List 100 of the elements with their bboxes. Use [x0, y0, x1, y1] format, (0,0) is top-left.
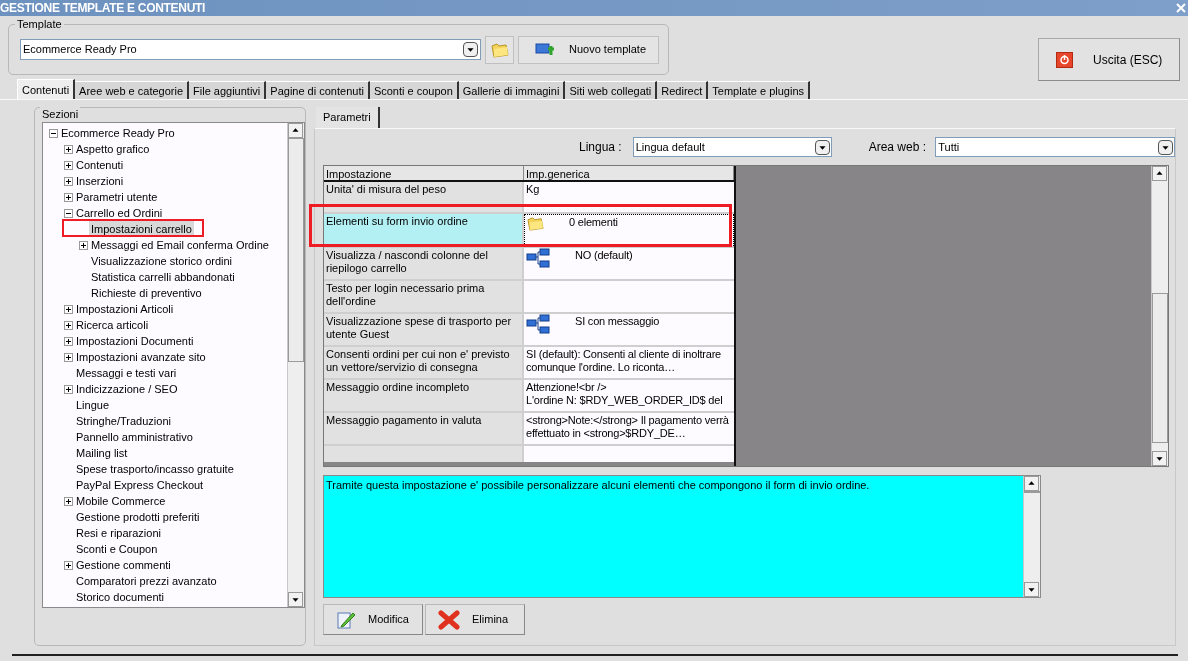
- scroll-up-icon[interactable]: [1152, 166, 1167, 181]
- collapse-icon[interactable]: [48, 128, 58, 138]
- tree-item[interactable]: Indicizzazione / SEO: [74, 381, 180, 397]
- scroll-down-icon[interactable]: [1152, 451, 1167, 466]
- tree-item[interactable]: Lingue: [74, 397, 112, 413]
- value-text: Attenzione!<br /> L'ordine N: $RDY_WEB_ORDER_ID$ del: [526, 380, 723, 407]
- tree-item[interactable]: PayPal Express Checkout: [74, 477, 206, 493]
- tree-item[interactable]: Richieste di preventivo: [89, 285, 204, 301]
- expand-icon[interactable]: [63, 336, 73, 346]
- field-label: Lingua :: [579, 139, 623, 156]
- tree-item[interactable]: Statistica carrelli abbandonati: [89, 269, 237, 285]
- tree-item[interactable]: Mailing list: [74, 445, 130, 461]
- dropdown-arrow-icon[interactable]: [814, 139, 830, 155]
- setting-cell[interactable]: Messaggio ordine incompleto: [324, 380, 524, 411]
- scrollbar-thumb[interactable]: [288, 138, 304, 362]
- expand-icon[interactable]: [63, 560, 73, 570]
- x-icon: [438, 609, 460, 630]
- tree-item[interactable]: Pannello amministrativo: [74, 429, 195, 445]
- exit-button[interactable]: Uscita (ESC): [1038, 38, 1180, 81]
- edit-button[interactable]: Modifica: [323, 604, 423, 635]
- dropdown-arrow-icon[interactable]: [1158, 139, 1173, 155]
- tree-item[interactable]: Inserzioni: [74, 173, 126, 189]
- tree-item[interactable]: Comparatori prezzi avanzato: [74, 573, 219, 589]
- scroll-up-icon[interactable]: [1024, 476, 1039, 491]
- tree-item[interactable]: Storico documenti: [74, 589, 167, 605]
- tab[interactable]: Pagine di contenuti: [266, 81, 370, 99]
- expand-icon[interactable]: [63, 192, 73, 202]
- setting-cell[interactable]: Testo per login necessario prima dell'ordine: [324, 281, 524, 312]
- new-template-button[interactable]: Nuovo template: [518, 35, 659, 64]
- area-dropdown[interactable]: Tutti: [935, 137, 1175, 157]
- tab[interactable]: Redirect: [657, 81, 709, 99]
- description-text: Tramite questa impostazione e' possibile personalizzare alcuni elementi che compongono il form di invio ordine.: [325, 478, 871, 493]
- tree-item[interactable]: Gestione prodotti preferiti: [74, 509, 202, 525]
- tab[interactable]: Template e plugins: [708, 81, 810, 99]
- tree-item[interactable]: Stringhe/Traduzioni: [74, 413, 173, 429]
- scrollbar-thumb[interactable]: [1152, 293, 1168, 443]
- tree-item[interactable]: Mobile Commerce: [74, 493, 168, 509]
- value-cell[interactable]: [524, 281, 734, 312]
- scrollbar-thumb[interactable]: [1024, 491, 1040, 493]
- tree-item[interactable]: Ecommerce Ready Pro: [59, 125, 177, 141]
- expand-icon[interactable]: [63, 160, 73, 170]
- value-text: 0 elementi: [569, 215, 618, 229]
- expand-icon[interactable]: [63, 496, 73, 506]
- value-cell[interactable]: NO (default): [524, 248, 734, 279]
- expand-icon[interactable]: [63, 352, 73, 362]
- language-dropdown[interactable]: Lingua default: [632, 137, 832, 157]
- tree-item[interactable]: Aspetto grafico: [74, 141, 152, 157]
- tree-item[interactable]: Messaggi ed Email conferma Ordine: [89, 237, 271, 253]
- tree-item[interactable]: Spese trasporto/incasso gratuite: [74, 461, 236, 477]
- tree-item[interactable]: Parametri utente: [74, 189, 160, 205]
- tab[interactable]: Contenuti: [17, 79, 76, 99]
- expand-icon[interactable]: [63, 320, 73, 330]
- tab[interactable]: Parametri: [316, 107, 380, 128]
- tree-item[interactable]: Resi e riparazioni: [74, 525, 163, 541]
- delete-button[interactable]: Elimina: [425, 604, 525, 635]
- tree-item[interactable]: Sconti e Coupon: [74, 541, 160, 557]
- expand-icon[interactable]: [63, 144, 73, 154]
- value-text: SI con messaggio: [575, 314, 660, 328]
- tab[interactable]: Gallerie di immagini: [458, 81, 566, 99]
- tree-item[interactable]: Carrello ed Ordini: [74, 205, 165, 221]
- collapse-icon[interactable]: [63, 208, 73, 218]
- column-header[interactable]: Imp.generica: [524, 166, 734, 180]
- dropdown-arrow-icon[interactable]: [463, 42, 478, 57]
- setting-cell[interactable]: Messaggio pagamento in valuta: [324, 413, 524, 444]
- hierarchy-icon: [526, 248, 550, 268]
- tree-item[interactable]: Impostazioni Articoli: [74, 301, 176, 317]
- value-cell[interactable]: SI (default): Consenti al cliente di inoltrare comunque l'ordine. Lo riconta…: [524, 347, 734, 378]
- close-icon[interactable]: [1176, 3, 1186, 13]
- expand-icon[interactable]: [78, 240, 88, 250]
- value-cell[interactable]: SI con messaggio: [524, 314, 734, 345]
- tree-item[interactable]: Gestione commenti: [74, 557, 173, 573]
- expand-icon[interactable]: [63, 176, 73, 186]
- value-cell[interactable]: Attenzione!<br /> L'ordine N: $RDY_WEB_ORDER_ID$ del: [524, 380, 734, 411]
- setting-cell[interactable]: Visualizzazione spese di trasporto per utente Guest: [324, 314, 524, 345]
- tab[interactable]: Aree web e categorie: [75, 81, 190, 99]
- tab[interactable]: Sconti e coupon: [369, 81, 459, 99]
- scroll-down-icon[interactable]: [288, 592, 303, 607]
- setting-cell[interactable]: Elementi su form invio ordine: [324, 214, 524, 246]
- tree-item[interactable]: Ricerca articoli: [74, 317, 151, 333]
- column-header[interactable]: Impostazione: [324, 166, 524, 180]
- expand-icon[interactable]: [63, 304, 73, 314]
- expand-icon[interactable]: [63, 384, 73, 394]
- tree-item[interactable]: Messaggi e testi vari: [74, 365, 179, 381]
- setting-cell[interactable]: Visualizza / nascondi colonne del riepilogo carrello: [324, 248, 524, 279]
- tree-item[interactable]: Impostazioni avanzate sito: [74, 349, 208, 365]
- tree-item[interactable]: Contenuti: [74, 157, 126, 173]
- pencil-document-icon: [336, 609, 356, 630]
- setting-cell[interactable]: [324, 446, 524, 462]
- field-label: Area web :: [868, 139, 927, 156]
- tree-item[interactable]: Impostazioni Documenti: [74, 333, 196, 349]
- setting-cell[interactable]: Consenti ordini per cui non e' previsto un vettore/servizio di consegna: [324, 347, 524, 378]
- scroll-up-icon[interactable]: [288, 123, 303, 138]
- tab[interactable]: Siti web collegati: [565, 81, 658, 99]
- tree-item[interactable]: Visualizzazione storico ordini: [89, 253, 235, 269]
- group-label: Template: [15, 17, 64, 31]
- scroll-down-icon[interactable]: [1024, 582, 1039, 597]
- value-cell[interactable]: 0 elementi: [524, 214, 734, 246]
- template-dropdown[interactable]: Ecommerce Ready Pro: [20, 39, 481, 60]
- value-cell[interactable]: [524, 446, 734, 462]
- tab[interactable]: File aggiuntivi: [189, 81, 267, 99]
